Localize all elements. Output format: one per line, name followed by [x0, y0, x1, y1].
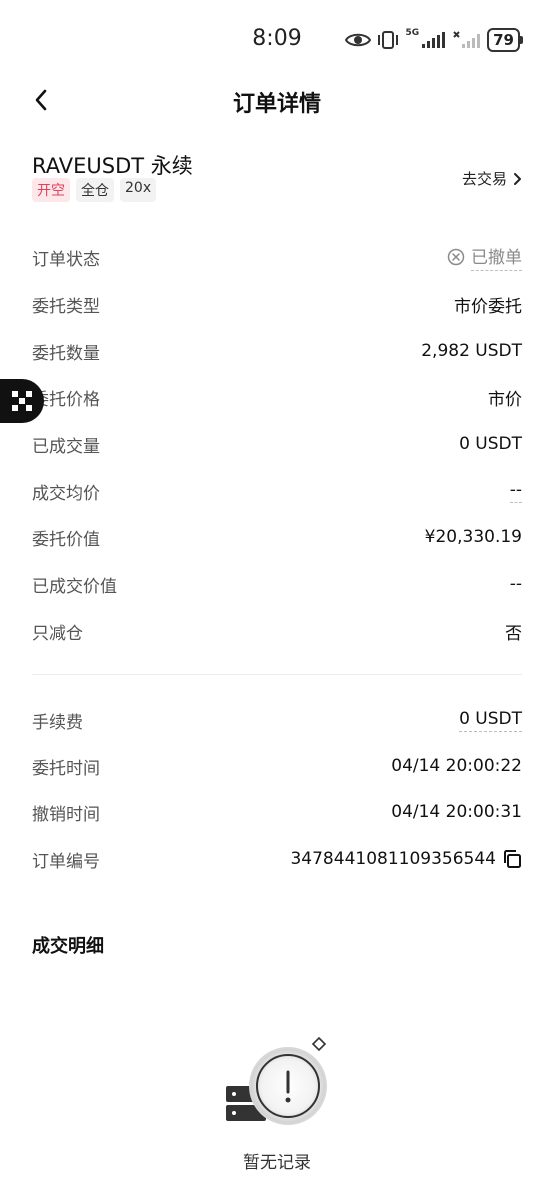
- label-reduce-only: 只减仓: [32, 623, 83, 644]
- signal-icon: [422, 32, 446, 48]
- row-reduce-only: 只减仓 否: [32, 616, 522, 646]
- floating-widget-handle[interactable]: [0, 379, 44, 423]
- value-fee[interactable]: 0 USDT: [459, 709, 522, 732]
- order-status-text: 已撤单: [471, 243, 522, 271]
- value-order-quantity: 2,982 USDT: [421, 341, 522, 361]
- trade-details-title: 成交明细: [32, 936, 104, 957]
- goto-trade-link[interactable]: 去交易: [462, 168, 522, 189]
- order-id-text: 3478441081109356544: [290, 849, 496, 869]
- label-avg-price: 成交均价: [32, 483, 100, 504]
- value-order-price: 市价: [488, 389, 522, 410]
- label-order-id: 订单编号: [32, 851, 100, 872]
- goto-trade-label: 去交易: [461, 170, 507, 188]
- status-bar: 8:09 5G 79: [0, 0, 554, 80]
- signal-5g-label: 5G: [405, 28, 420, 38]
- label-order-status: 订单状态: [32, 249, 100, 270]
- value-order-type: 市价委托: [454, 296, 522, 317]
- battery-indicator: 79: [487, 28, 523, 52]
- row-cancel-time: 撤销时间 04/14 20:00:31: [32, 797, 522, 827]
- tag-leverage: 20x: [120, 178, 157, 202]
- avg-price-text: --: [509, 480, 522, 503]
- tag-open-short: 开空: [32, 178, 70, 202]
- empty-state-text: 暂无记录: [243, 1153, 311, 1173]
- value-cancel-time: 04/14 20:00:31: [391, 802, 522, 822]
- vibrate-icon: [378, 31, 399, 49]
- label-cancel-time: 撤销时间: [32, 804, 100, 825]
- row-order-quantity: 委托数量 2,982 USDT: [32, 336, 522, 366]
- label-filled-quantity: 已成交量: [32, 436, 100, 457]
- value-order-status: 已撤单: [447, 243, 522, 271]
- row-order-status: 订单状态 已撤单: [32, 242, 522, 272]
- row-order-value: 委托价值 ¥20,330.19: [32, 522, 522, 552]
- row-order-type: 委托类型 市价委托: [32, 289, 522, 319]
- label-filled-value: 已成交价值: [32, 576, 117, 597]
- row-order-id: 订单编号 3478441081109356544: [32, 844, 522, 874]
- row-avg-price: 成交均价 --: [32, 476, 522, 506]
- chevron-right-icon: [514, 172, 521, 185]
- eye-icon: [345, 33, 372, 47]
- value-order-value: ¥20,330.19: [424, 527, 522, 547]
- value-filled-quantity: 0 USDT: [459, 434, 522, 454]
- fee-text: 0 USDT: [459, 709, 522, 732]
- pair-header: RAVEUSDT 永续 开空 全仓 20x 去交易: [32, 150, 522, 205]
- row-fee: 手续费 0 USDT: [32, 705, 522, 735]
- section-divider: [32, 674, 522, 675]
- cancelled-x-circle-icon: [447, 248, 465, 266]
- value-avg-price: --: [509, 480, 522, 503]
- copy-icon[interactable]: [502, 849, 522, 869]
- row-filled-quantity: 已成交量 0 USDT: [32, 429, 522, 459]
- label-order-quantity: 委托数量: [32, 343, 100, 364]
- value-filled-value: --: [509, 574, 522, 594]
- label-fee: 手续费: [32, 712, 83, 733]
- signal-no-service-icon: [453, 31, 481, 48]
- nav-bar: 订单详情: [0, 80, 554, 120]
- label-order-type: 委托类型: [32, 296, 100, 317]
- app-logo-icon: [12, 391, 32, 411]
- page-title: 订单详情: [232, 92, 321, 117]
- pair-name: RAVEUSDT 永续: [32, 154, 193, 178]
- label-order-time: 委托时间: [32, 758, 100, 779]
- tag-margin-mode: 全仓: [76, 178, 114, 202]
- empty-state-illustration: [226, 1036, 327, 1125]
- pair-tags: 开空 全仓 20x: [32, 178, 157, 202]
- value-order-time: 04/14 20:00:22: [391, 756, 522, 776]
- value-order-id: 3478441081109356544: [290, 849, 522, 869]
- status-icons: 5G 79: [345, 28, 523, 52]
- row-order-price: 委托价格 市价: [32, 382, 522, 412]
- row-order-time: 委托时间 04/14 20:00:22: [32, 751, 522, 781]
- label-order-value: 委托价值: [32, 529, 100, 550]
- row-filled-value: 已成交价值 --: [32, 569, 522, 599]
- value-reduce-only: 否: [505, 623, 522, 644]
